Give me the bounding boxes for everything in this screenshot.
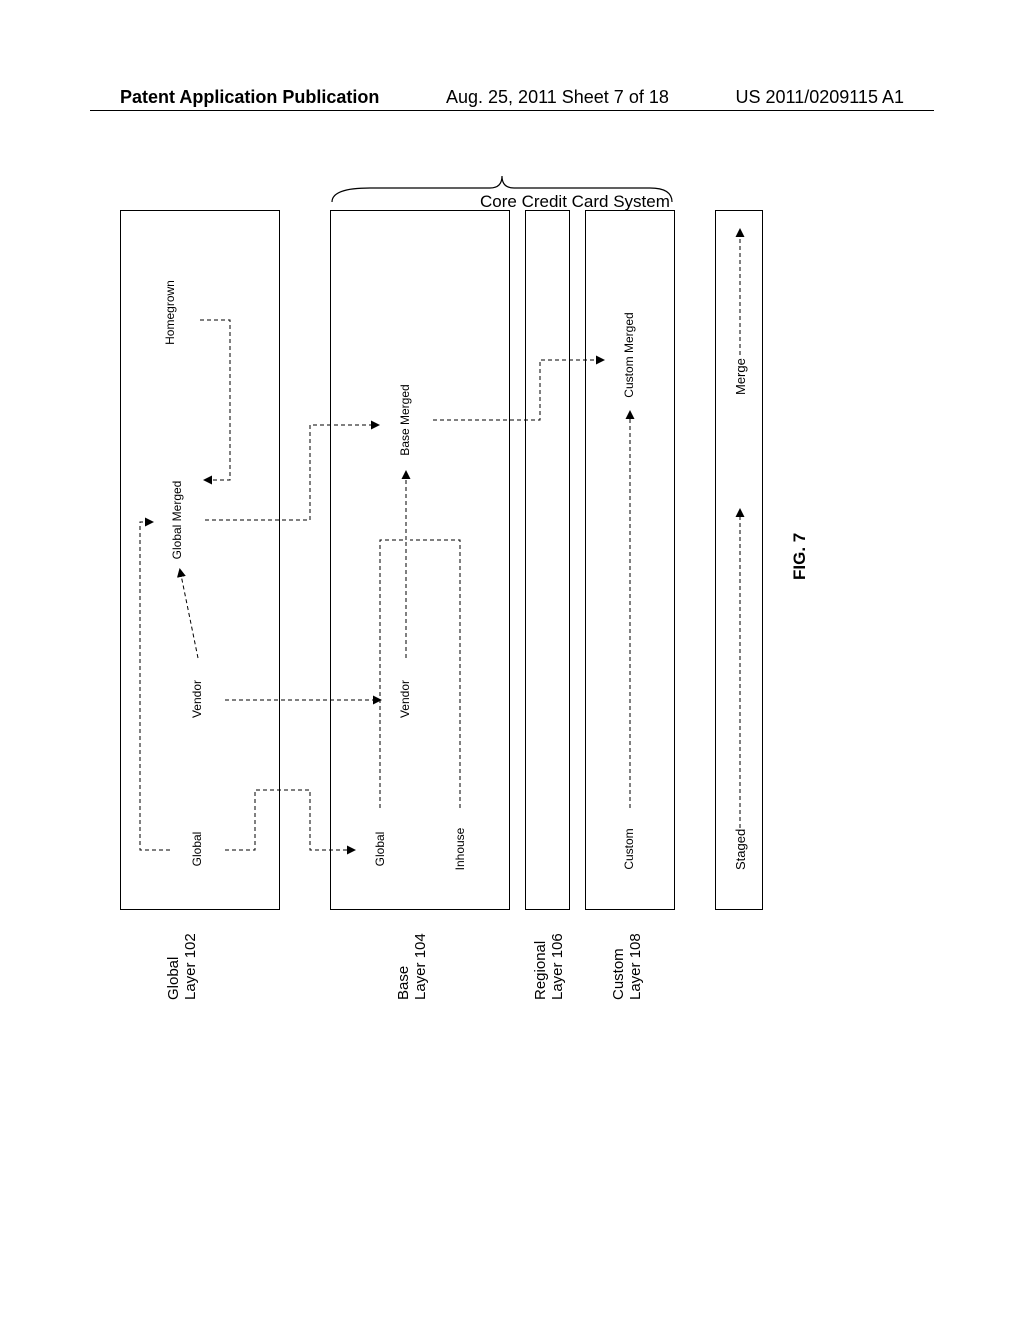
label-core-system: Core Credit Card System (480, 192, 670, 212)
hex-global-global: Global (172, 808, 224, 890)
label-merge: Merge (733, 358, 748, 395)
hex-base-vendor-text: Vendor (399, 680, 412, 718)
hex-global-vendor-text: Vendor (191, 680, 204, 718)
diagram-rotated: Global Layer 102 Base Layer 104 Regional… (110, 200, 1024, 1000)
hex-base-vendor: Vendor (380, 658, 432, 740)
hex-global-merged: Global Merged (152, 470, 204, 570)
hex-custom-custom-text: Custom (623, 828, 636, 869)
label-base-layer: Base Layer 104 (395, 933, 429, 1000)
box-regional-layer (525, 210, 570, 910)
box-base-layer (330, 210, 510, 910)
hex-global-global-text: Global (191, 832, 204, 867)
hex-global-merged-text: Global Merged (171, 481, 184, 560)
hex-base-global: Global (355, 808, 407, 890)
label-staged: Staged (733, 829, 748, 870)
label-global-layer: Global Layer 102 (165, 933, 199, 1000)
header-date-sheet: Aug. 25, 2011 Sheet 7 of 18 (446, 87, 669, 108)
hex-global-vendor: Vendor (172, 658, 224, 740)
hex-base-merged-text: Base Merged (399, 384, 412, 455)
header-rule (90, 110, 934, 111)
hex-custom-merged-text: Custom Merged (623, 312, 636, 397)
hex-global-homegrown-text: Homegrown (164, 280, 177, 345)
hex-base-global-text: Global (374, 832, 387, 867)
header-pub-number: US 2011/0209115 A1 (736, 87, 904, 108)
hex-base-inhouse: Inhouse (435, 808, 487, 890)
label-regional-layer: Regional Layer 106 (532, 933, 566, 1000)
hex-custom-merged: Custom Merged (604, 300, 656, 410)
hex-custom-custom: Custom (604, 808, 656, 890)
label-custom-layer: Custom Layer 108 (610, 933, 644, 1000)
hex-base-inhouse-text: Inhouse (454, 828, 467, 871)
box-staged-merge (715, 210, 763, 910)
hex-global-homegrown: Homegrown (145, 265, 197, 360)
figure-number: FIG. 7 (790, 533, 810, 580)
header-publication: Patent Application Publication (120, 87, 379, 108)
hex-base-merged: Base Merged (380, 370, 432, 470)
